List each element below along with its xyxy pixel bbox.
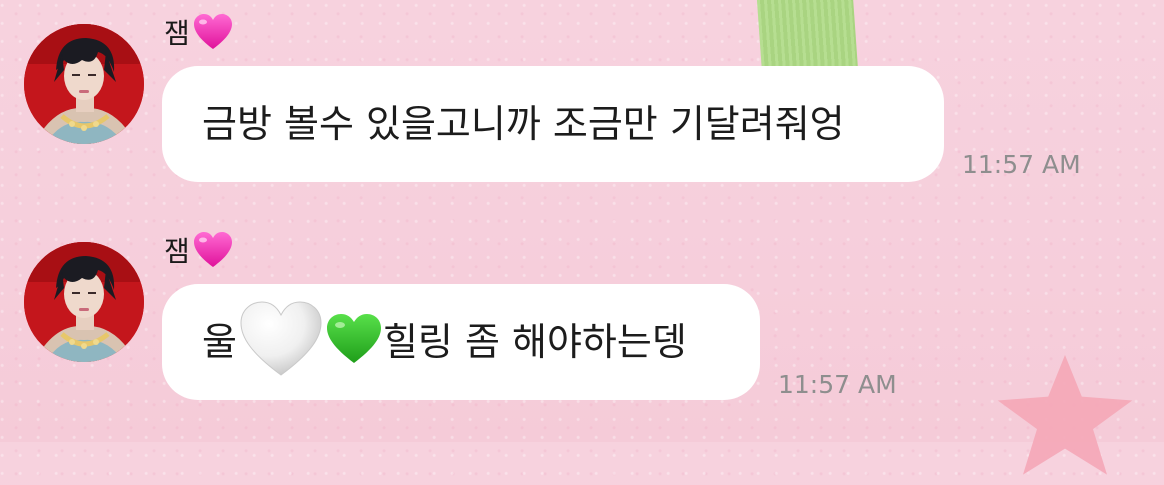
message-text-after: 힐링 좀 해야하는뎅 bbox=[382, 320, 687, 364]
message-bubble[interactable]: 금방 볼수 있을고니까 조금만 기달려줘엉 bbox=[162, 66, 944, 182]
pink-heart-icon bbox=[192, 230, 234, 274]
message-text: 금방 볼수 있을고니까 조금만 기달려줘엉 bbox=[202, 102, 845, 146]
message-text-before: 울 bbox=[202, 320, 237, 364]
white-heart-icon bbox=[237, 299, 325, 385]
sender-name: 잼 bbox=[164, 17, 190, 50]
avatar[interactable] bbox=[24, 242, 144, 362]
sender-name-row: 잼 bbox=[164, 230, 234, 274]
message-timestamp: 11:57 AM bbox=[778, 370, 897, 399]
sender-name: 잼 bbox=[164, 235, 190, 268]
avatar[interactable] bbox=[24, 24, 144, 144]
pink-star-sticker bbox=[997, 355, 1133, 475]
message-bubble[interactable]: 울 힐링 좀 해야하는뎅 bbox=[162, 284, 760, 400]
message-text: 울 힐링 좀 해야하는뎅 bbox=[202, 299, 687, 385]
sender-name-row: 잼 bbox=[164, 12, 234, 56]
green-heart-icon bbox=[325, 312, 383, 372]
pink-heart-icon bbox=[192, 12, 234, 56]
message-timestamp: 11:57 AM bbox=[962, 150, 1081, 179]
